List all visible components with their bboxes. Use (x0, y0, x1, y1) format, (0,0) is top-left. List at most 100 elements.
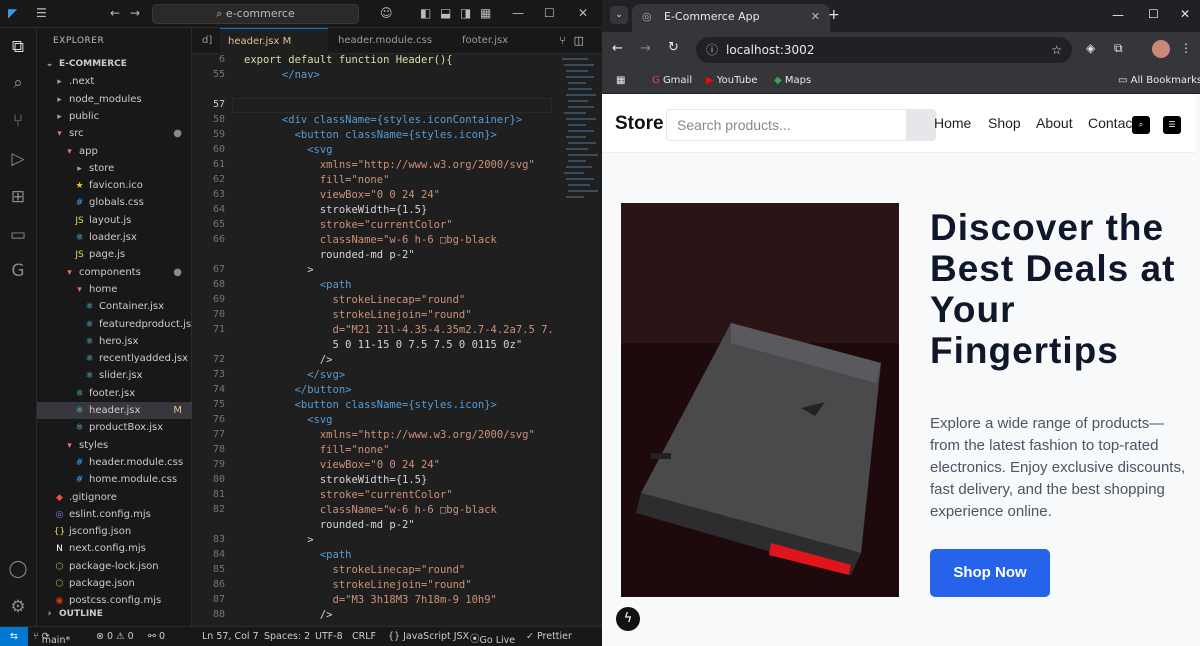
tree-item[interactable]: ⚛ slider.jsx (37, 367, 192, 384)
tree-item[interactable]: ▾ home (37, 281, 192, 298)
tree-item[interactable]: ⚛ featuredproduct.jsx (37, 316, 197, 333)
tree-item[interactable]: ◎ eslint.config.mjs (37, 506, 192, 523)
maximize-icon[interactable]: ☐ (544, 6, 555, 20)
editor-tab[interactable]: header.jsx M (220, 28, 328, 54)
tree-item[interactable]: # home.module.css (37, 471, 192, 488)
new-tab-icon[interactable]: + (828, 7, 840, 23)
tree-item[interactable]: # globals.css (37, 194, 192, 211)
minimize-icon[interactable]: — (1112, 8, 1124, 22)
command-center-search[interactable]: ⌕ e-commerce (152, 4, 359, 24)
tree-item[interactable]: {} jsconfig.json (37, 523, 192, 540)
tree-item[interactable]: ▸ .next (37, 73, 192, 90)
toggle-sidebar-icon[interactable]: ◧ (420, 6, 431, 20)
tab-close-icon[interactable]: ✕ (811, 4, 820, 30)
tree-item[interactable]: ▾ src ● (37, 125, 192, 142)
tree-item[interactable]: ▸ node_modules (37, 91, 192, 108)
toggle-secondary-sidebar-icon[interactable]: ◨ (460, 6, 471, 20)
extensions-icon[interactable]: ⊞ (7, 186, 29, 208)
apps-grid-icon[interactable]: ▦ (616, 72, 625, 90)
language-mode[interactable]: {} JavaScript JSX (388, 631, 469, 642)
run-debug-icon[interactable]: ▷ (7, 148, 29, 170)
ports-status[interactable]: ⚯ 0 (148, 631, 165, 642)
brand-logo[interactable]: Store (615, 113, 664, 135)
remote-indicator-icon[interactable]: ⇆ (0, 627, 28, 646)
tree-item[interactable]: ▾ components ● (37, 264, 192, 281)
nav-shop[interactable]: Shop (988, 115, 1021, 131)
minimap[interactable] (560, 54, 602, 264)
tree-item[interactable]: JS page.js (37, 246, 192, 263)
all-bookmarks[interactable]: ▭ All Bookmarks (1118, 72, 1200, 90)
search-input[interactable]: Search products... (666, 109, 908, 141)
tree-item[interactable]: JS layout.js (37, 212, 192, 229)
search-button[interactable] (906, 109, 936, 141)
indentation-status[interactable]: Spaces: 2 (264, 631, 310, 642)
back-arrow-icon[interactable]: ← (110, 6, 120, 20)
bookmark-star-icon[interactable]: ☆ (1051, 37, 1062, 63)
tree-item[interactable]: ▾ styles (37, 437, 192, 454)
forward-arrow-icon[interactable]: → (130, 6, 140, 20)
tree-item[interactable]: # header.module.css (37, 454, 192, 471)
site-info-icon[interactable]: ⓘ (706, 37, 718, 63)
prettier-status[interactable]: ✓ Prettier (526, 631, 572, 642)
next-dev-tools-icon[interactable]: ϟ (616, 607, 640, 631)
tree-item[interactable]: ★ favicon.ico (37, 177, 192, 194)
tree-item[interactable]: Nnext.config.mjs (37, 540, 192, 557)
go-live-button[interactable]: ⦿ Go Live (470, 631, 515, 646)
copilot-icon[interactable]: ☺ (380, 6, 393, 20)
explorer-icon[interactable]: ⧉ (7, 36, 29, 58)
browser-tab[interactable]: ◎ E-Commerce App ✕ (632, 4, 830, 32)
tree-item[interactable]: ▸ public (37, 108, 192, 125)
split-editor-icon[interactable]: ◫ (574, 34, 584, 47)
editor-tab[interactable]: d] (194, 28, 218, 54)
tree-item[interactable]: ⚛ recentlyadded.jsx (37, 350, 192, 367)
maximize-icon[interactable]: ☐ (1148, 7, 1159, 21)
source-control-icon[interactable]: ⑂ (7, 110, 29, 132)
workspace-root[interactable]: ⌄ E-COMMERCE (37, 56, 192, 73)
search-icon[interactable]: ⌕ (7, 72, 29, 94)
forward-arrow-icon[interactable]: → (640, 41, 651, 56)
minimize-icon[interactable]: — (512, 6, 524, 20)
account-icon[interactable]: ◯ (7, 558, 29, 580)
tree-item[interactable]: ⚛ loader.jsx (37, 229, 192, 246)
tree-item[interactable]: ▸ store (37, 160, 192, 177)
bookmark-youtube[interactable]: ▶ YouTube (706, 72, 758, 90)
more-options-icon[interactable]: ⋮ (1180, 41, 1192, 55)
nav-contact[interactable]: Contact (1088, 115, 1136, 131)
back-arrow-icon[interactable]: ← (612, 41, 623, 56)
toggle-panel-icon[interactable]: ⬓ (440, 6, 451, 20)
reload-icon[interactable]: ↻ (668, 40, 679, 55)
tree-item[interactable]: ⚛ productBox.jsx (37, 419, 192, 436)
menu-icon[interactable]: ☰ (36, 6, 47, 20)
gitlens-icon[interactable]: G (7, 260, 29, 282)
tree-item[interactable]: ▾ app (37, 143, 192, 160)
tree-item[interactable]: ⚛ hero.jsx (37, 333, 192, 350)
nav-home[interactable]: Home (934, 115, 971, 131)
tab-search-icon[interactable]: ⌄ (610, 6, 628, 24)
bookmark-gmail[interactable]: G Gmail (652, 72, 692, 90)
branch-status[interactable]: ⑂ main* ⟳ (33, 631, 70, 646)
extension-icon[interactable]: ◈ (1086, 41, 1095, 55)
tree-item[interactable]: ⬡ package-lock.json (37, 558, 192, 575)
search-icon[interactable]: ⌕ (1132, 116, 1150, 134)
close-icon[interactable]: ✕ (1180, 7, 1190, 21)
outline-section[interactable]: › OUTLINE (37, 606, 192, 623)
open-changes-icon[interactable]: ⑂ (559, 34, 566, 47)
remote-explorer-icon[interactable]: ▭ (7, 224, 29, 246)
tree-item[interactable]: ⚛ footer.jsx (37, 385, 192, 402)
tree-item[interactable]: ◆ .gitignore (37, 489, 192, 506)
editor-tab[interactable]: header.module.css (330, 28, 452, 54)
shop-now-button[interactable]: Shop Now (930, 549, 1050, 597)
nav-about[interactable]: About (1036, 115, 1073, 131)
encoding-status[interactable]: UTF-8 (315, 631, 343, 642)
bookmark-maps[interactable]: ◆ Maps (774, 72, 811, 90)
menu-icon[interactable]: ☰ (1163, 116, 1181, 134)
avatar[interactable] (1152, 40, 1170, 58)
tree-item[interactable]: ⚛ header.jsx M (37, 402, 192, 419)
customize-layout-icon[interactable]: ▦ (480, 6, 491, 20)
eol-status[interactable]: CRLF (352, 631, 376, 642)
tree-item[interactable]: ⬡ package.json (37, 575, 192, 592)
cursor-position[interactable]: Ln 57, Col 7 (202, 631, 259, 642)
problems-status[interactable]: ⊗ 0 ⚠ 0 (96, 631, 134, 642)
close-icon[interactable]: ✕ (578, 6, 588, 20)
tree-item[interactable]: ⚛ Container.jsx (37, 298, 192, 315)
